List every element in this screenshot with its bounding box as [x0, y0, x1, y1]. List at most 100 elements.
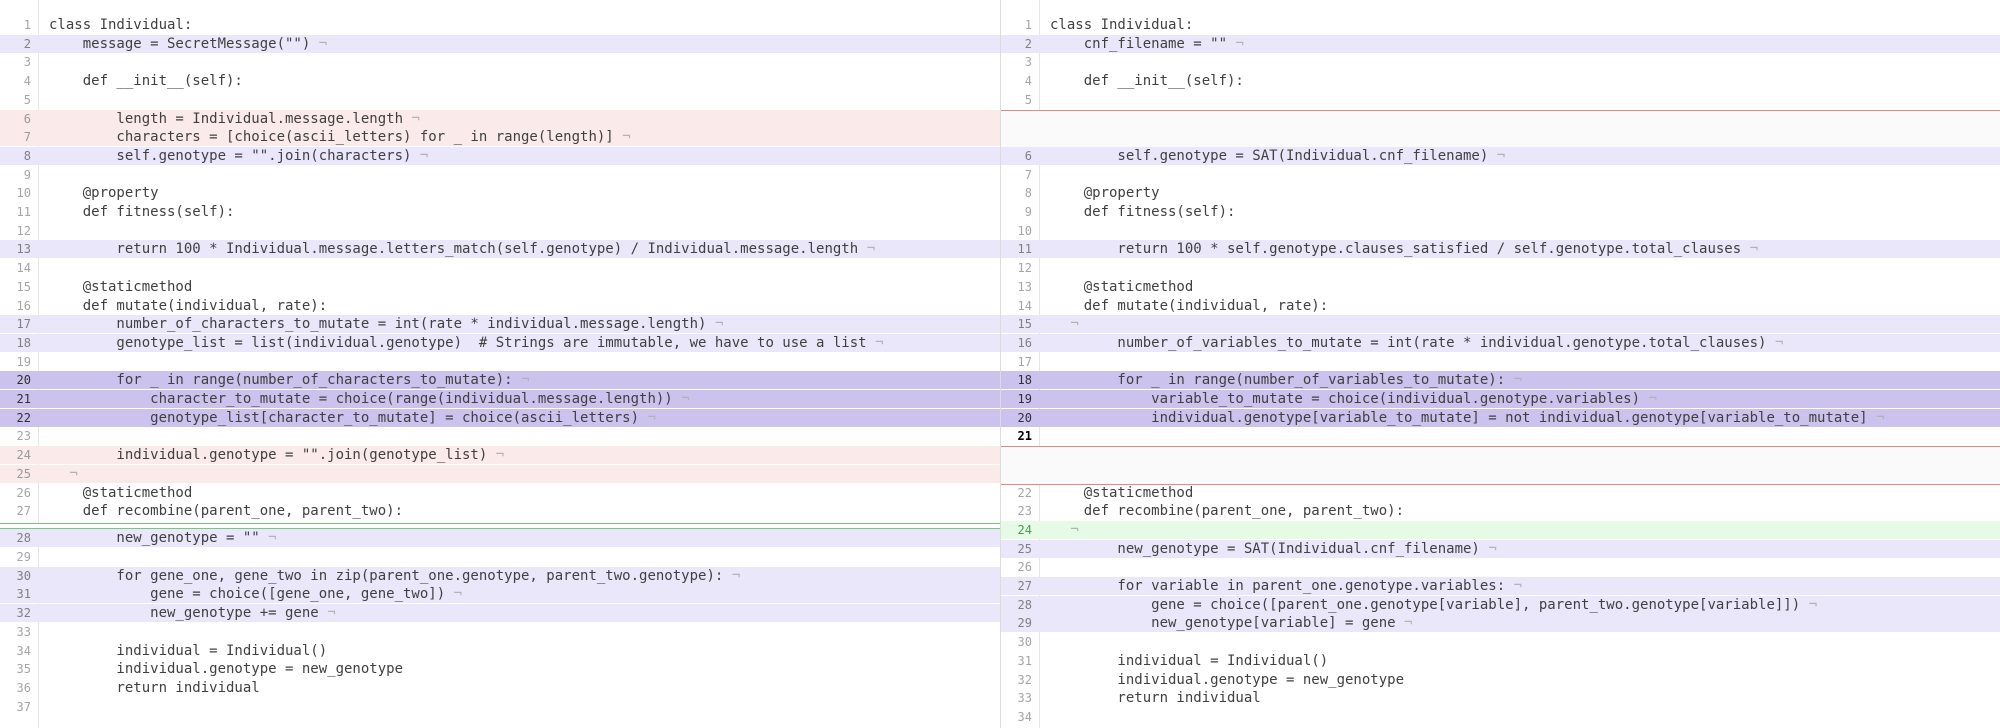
code-text: def mutate(individual, rate): — [1050, 297, 1329, 314]
left-code-line[interactable]: 35 individual.genotype = new_genotype — [0, 660, 1000, 678]
right-code-line[interactable]: 21 — [1001, 427, 2000, 445]
line-number: 14 — [16, 261, 31, 276]
code-text: self.genotype = "".join(characters) — [49, 147, 412, 164]
line-number: 19 — [1017, 392, 1032, 406]
right-code-line[interactable]: 31 individual = Individual() — [1001, 652, 2000, 670]
code-text: individual.genotype = new_genotype — [1050, 671, 1405, 688]
right-code-line[interactable]: 14 def mutate(individual, rate): — [1001, 297, 2000, 315]
left-code-line[interactable]: 13 return 100 * Individual.message.lette… — [0, 240, 1000, 259]
code-text: individual = Individual() — [49, 642, 328, 659]
right-code-line[interactable]: 11 return 100 * self.genotype.clauses_sa… — [1001, 240, 2000, 259]
code-text: return individual — [1050, 690, 1261, 707]
left-code-line[interactable]: 27 def recombine(parent_one, parent_two)… — [0, 502, 1000, 520]
right-code-line[interactable]: 23 def recombine(parent_one, parent_two)… — [1001, 502, 2000, 520]
right-code-line[interactable]: 4 def __init__(self): — [1001, 72, 2000, 90]
right-code-line[interactable]: 27 for variable in parent_one.genotype.v… — [1001, 577, 2000, 595]
left-code-line[interactable]: 12 — [0, 222, 1000, 240]
left-code-line[interactable]: 9 — [0, 166, 1000, 184]
left-code-line[interactable]: 22 genotype_list[character_to_mutate] = … — [0, 408, 1000, 427]
code-text: return individual — [49, 679, 260, 696]
right-code-line[interactable]: 28 gene = choice([parent_one.genotype[va… — [1001, 595, 2000, 614]
right-code-line[interactable]: 10 — [1001, 222, 2000, 240]
left-code-line[interactable]: 7 characters = [choice(ascii_letters) fo… — [0, 128, 1000, 147]
right-code-line[interactable]: 18 for _ in range(number_of_variables_to… — [1001, 371, 2000, 390]
left-code-line[interactable]: 32 new_genotype += gene ¬ — [0, 604, 1000, 623]
left-code-line[interactable]: 28 new_genotype = "" ¬ — [0, 529, 1000, 548]
left-code-line[interactable]: 37 — [0, 698, 1000, 716]
left-code-line[interactable]: 16 def mutate(individual, rate): — [0, 297, 1000, 315]
left-code-line[interactable]: 18 genotype_list = list(individual.genot… — [0, 333, 1000, 352]
pilcrow-mark: ¬ — [1513, 578, 1523, 594]
right-code-line[interactable]: 34 — [1001, 708, 2000, 726]
left-code-line[interactable]: 31 gene = choice([gene_one, gene_two]) ¬ — [0, 585, 1000, 604]
right-diff-gap — [1001, 109, 2000, 149]
left-code-line[interactable]: 23 — [0, 427, 1000, 445]
right-code-line[interactable]: 9 def fitness(self): — [1001, 203, 2000, 221]
right-code-line[interactable]: 6 self.genotype = SAT(Individual.cnf_fil… — [1001, 146, 2000, 165]
left-code-line[interactable]: 4 def __init__(self): — [0, 72, 1000, 90]
right-code-line[interactable]: 2 cnf_filename = "" ¬ — [1001, 34, 2000, 53]
code-text: variable_to_mutate = choice(individual.g… — [1050, 391, 1641, 407]
right-code-line[interactable]: 33 return individual — [1001, 689, 2000, 707]
line-number: 35 — [16, 662, 31, 677]
pilcrow-mark: ¬ — [1513, 372, 1523, 389]
right-code-line[interactable]: 12 — [1001, 259, 2000, 277]
pilcrow-mark: ¬ — [1496, 147, 1506, 164]
left-code-line[interactable]: 33 — [0, 623, 1000, 641]
right-code-line[interactable]: 13 @staticmethod — [1001, 278, 2000, 296]
left-code-line[interactable]: 34 individual = Individual() — [0, 642, 1000, 660]
right-code-line[interactable]: 7 — [1001, 166, 2000, 184]
right-code-line[interactable]: 24 ¬ — [1001, 520, 2000, 539]
line-number: 5 — [23, 92, 31, 107]
line-number: 8 — [1024, 186, 1032, 201]
left-diff-pane[interactable]: 1 class Individual: 2 message = SecretMess… — [0, 0, 1000, 728]
right-code-line[interactable]: 8 @property — [1001, 184, 2000, 202]
left-code-line[interactable]: 2 message = SecretMessage("") ¬ — [0, 34, 1000, 53]
line-number: 17 — [1017, 354, 1032, 369]
left-code-line[interactable]: 19 — [0, 353, 1000, 371]
left-code-line[interactable]: 21 character_to_mutate = choice(range(in… — [0, 390, 1000, 408]
left-code-line[interactable]: 5 — [0, 91, 1000, 109]
right-code-line[interactable]: 30 — [1001, 633, 2000, 651]
left-code-line[interactable]: 20 for _ in range(number_of_characters_t… — [0, 371, 1000, 390]
pilcrow-mark: ¬ — [1070, 316, 1079, 333]
right-code-line[interactable]: 26 — [1001, 558, 2000, 576]
line-number: 31 — [16, 587, 31, 602]
right-code-line[interactable]: 29 new_genotype[variable] = gene ¬ — [1001, 614, 2000, 633]
right-code-line[interactable]: 3 — [1001, 53, 2000, 71]
line-number: 27 — [1017, 579, 1032, 593]
left-code-line[interactable]: 17 number_of_characters_to_mutate = int(… — [0, 315, 1000, 334]
code-text: individual.genotype[variable_to_mutate] … — [1050, 409, 1868, 426]
line-number: 5 — [1024, 92, 1032, 107]
left-code-line[interactable]: 8 self.genotype = "".join(characters) ¬ — [0, 146, 1000, 165]
right-code-line[interactable]: 19 variable_to_mutate = choice(individua… — [1001, 390, 2000, 408]
left-code-line[interactable]: 24 individual.genotype = "".join(genotyp… — [0, 446, 1000, 465]
left-code-line[interactable]: 29 — [0, 548, 1000, 566]
left-code-line[interactable]: 30 for gene_one, gene_two in zip(parent_… — [0, 566, 1000, 585]
left-code-line[interactable]: 15 @staticmethod — [0, 278, 1000, 296]
line-number: 20 — [1017, 410, 1032, 425]
left-code-line[interactable]: 6 length = Individual.message.length ¬ — [0, 109, 1000, 128]
left-code-line[interactable]: 3 — [0, 53, 1000, 71]
right-code-line[interactable]: 20 individual.genotype[variable_to_mutat… — [1001, 408, 2000, 427]
right-code-line[interactable]: 5 — [1001, 91, 2000, 109]
line-number: 24 — [16, 448, 31, 463]
right-code-line[interactable]: 17 — [1001, 353, 2000, 371]
code-text: def fitness(self): — [49, 204, 235, 220]
left-code-line[interactable]: 26 @staticmethod — [0, 484, 1000, 502]
left-code-line[interactable]: 25 ¬ — [0, 464, 1000, 483]
right-diff-pane[interactable]: 1 class Individual: 2 cnf_filename = "" ¬ 3 4… — [1001, 0, 2000, 728]
left-code-line[interactable]: 36 return individual — [0, 679, 1000, 697]
right-code-line[interactable]: 16 number_of_variables_to_mutate = int(r… — [1001, 333, 2000, 352]
right-code-line[interactable]: 32 individual.genotype = new_genotype — [1001, 671, 2000, 689]
left-code-line[interactable]: 1 class Individual: — [0, 16, 1000, 34]
right-code-line[interactable]: 1 class Individual: — [1001, 16, 2000, 34]
left-code-line[interactable]: 11 def fitness(self): — [0, 203, 1000, 221]
line-number: 27 — [16, 504, 31, 519]
right-code-line[interactable]: 15 ¬ — [1001, 315, 2000, 334]
left-code-line[interactable]: 10 @property — [0, 184, 1000, 202]
right-code-line[interactable]: 22 @staticmethod — [1001, 484, 2000, 502]
left-code-line[interactable]: 14 — [0, 259, 1000, 277]
pilcrow-mark: ¬ — [1876, 409, 1885, 426]
right-code-line[interactable]: 25 new_genotype = SAT(Individual.cnf_fil… — [1001, 539, 2000, 558]
